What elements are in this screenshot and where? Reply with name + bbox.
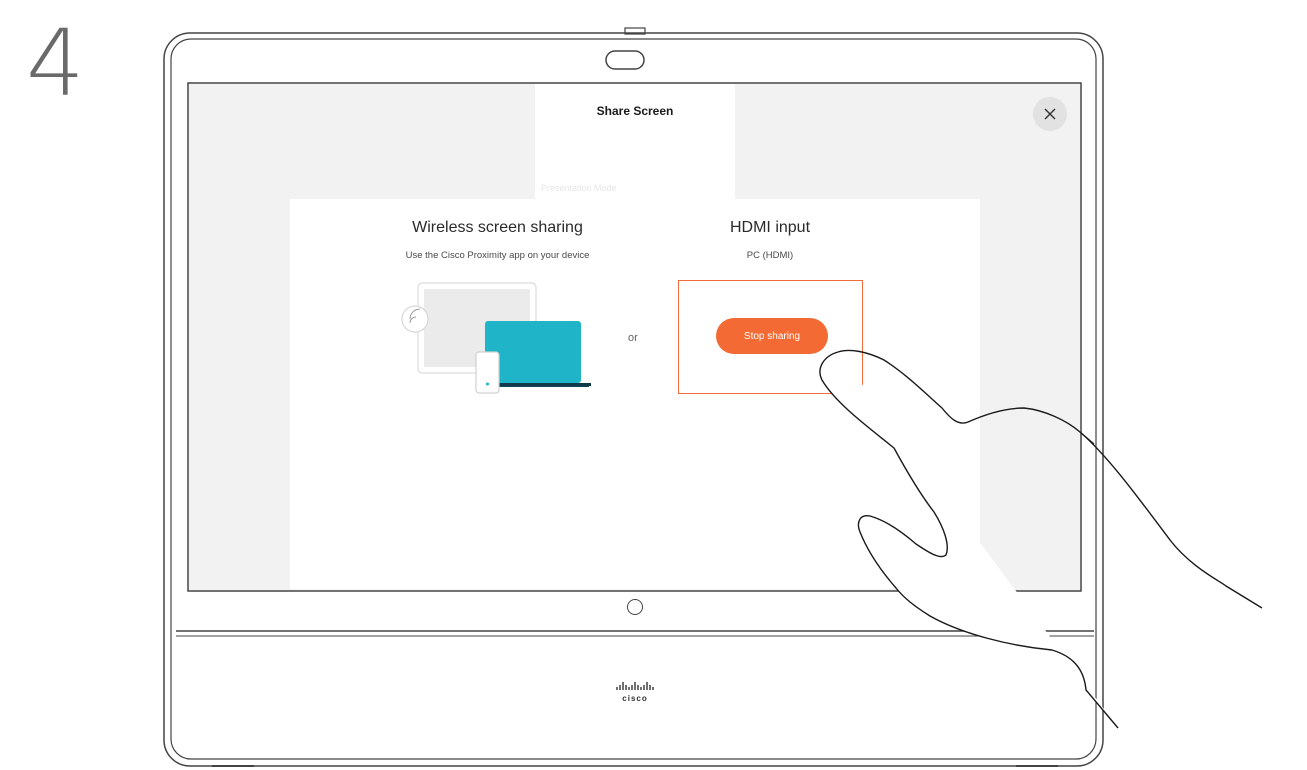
camera-icon: [605, 50, 645, 70]
home-button-icon[interactable]: [627, 599, 643, 615]
wireless-title: Wireless screen sharing: [412, 219, 583, 236]
close-icon: [1044, 108, 1056, 120]
wireless-devices-illustration: [401, 282, 591, 394]
cisco-bars-icon: [616, 682, 654, 690]
stop-sharing-button[interactable]: Stop sharing: [716, 318, 828, 354]
hdmi-title: HDMI input: [729, 219, 811, 236]
close-button[interactable]: [1033, 97, 1067, 131]
cisco-logo: cisco: [600, 680, 670, 703]
or-separator: or: [628, 332, 638, 344]
cisco-wordmark: cisco: [622, 694, 648, 703]
share-options-card: Wireless screen sharing Use the Cisco Pr…: [290, 199, 980, 589]
presentation-mode-label: Presentation Mode: [541, 183, 617, 193]
hdmi-subtitle: PC (HDMI): [746, 250, 794, 261]
share-screen-title: Share Screen: [596, 104, 674, 118]
device-screen: Share Screen Presentation Mode Wireless …: [189, 84, 1080, 590]
wireless-subtitle: Use the Cisco Proximity app on your devi…: [405, 250, 590, 261]
